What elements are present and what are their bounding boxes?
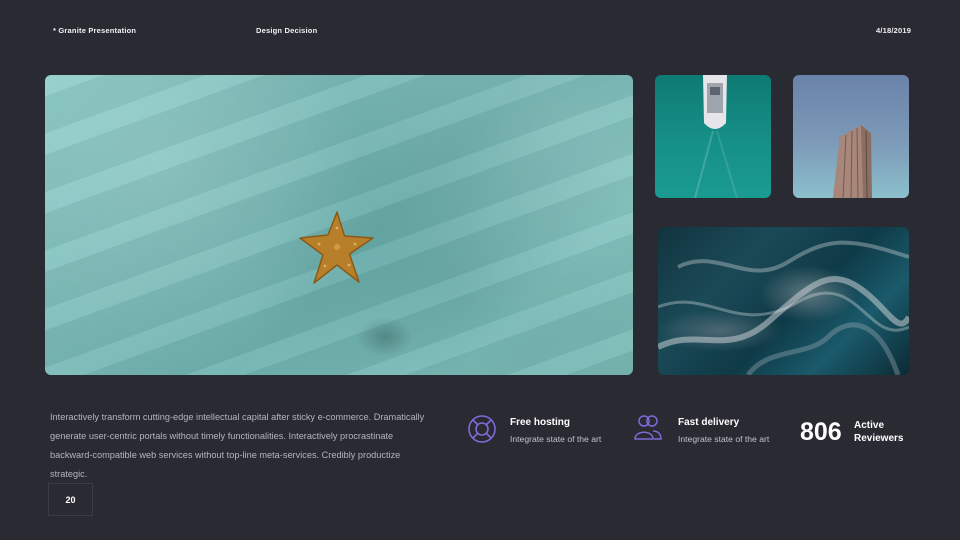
users-icon	[634, 415, 662, 440]
section-title: Design Decision	[256, 26, 318, 35]
starfish-shape	[299, 211, 374, 284]
stat-label-line1: Active	[854, 420, 885, 431]
lifebuoy-icon	[468, 415, 496, 443]
feature-subtitle-fast-delivery: Integrate state of the art	[678, 434, 770, 444]
feature-title-fast-delivery: Fast delivery	[678, 417, 740, 428]
marble-texture-image	[658, 227, 909, 375]
stat-label-line2: Reviewers	[854, 433, 904, 444]
reviewers-count: 806	[800, 418, 842, 446]
tower-image	[793, 75, 909, 198]
feature-title-free-hosting: Free hosting	[510, 417, 571, 428]
starfish-on-sand-image	[45, 75, 633, 375]
page-number: 20	[48, 483, 93, 516]
description-paragraph: Interactively transform cutting-edge int…	[50, 412, 425, 479]
feature-subtitle-free-hosting: Integrate state of the art	[510, 434, 602, 444]
presentation-title: * Granite Presentation	[53, 26, 137, 35]
date-label: 4/18/2019	[876, 26, 912, 35]
boat-aerial-image	[655, 75, 771, 198]
